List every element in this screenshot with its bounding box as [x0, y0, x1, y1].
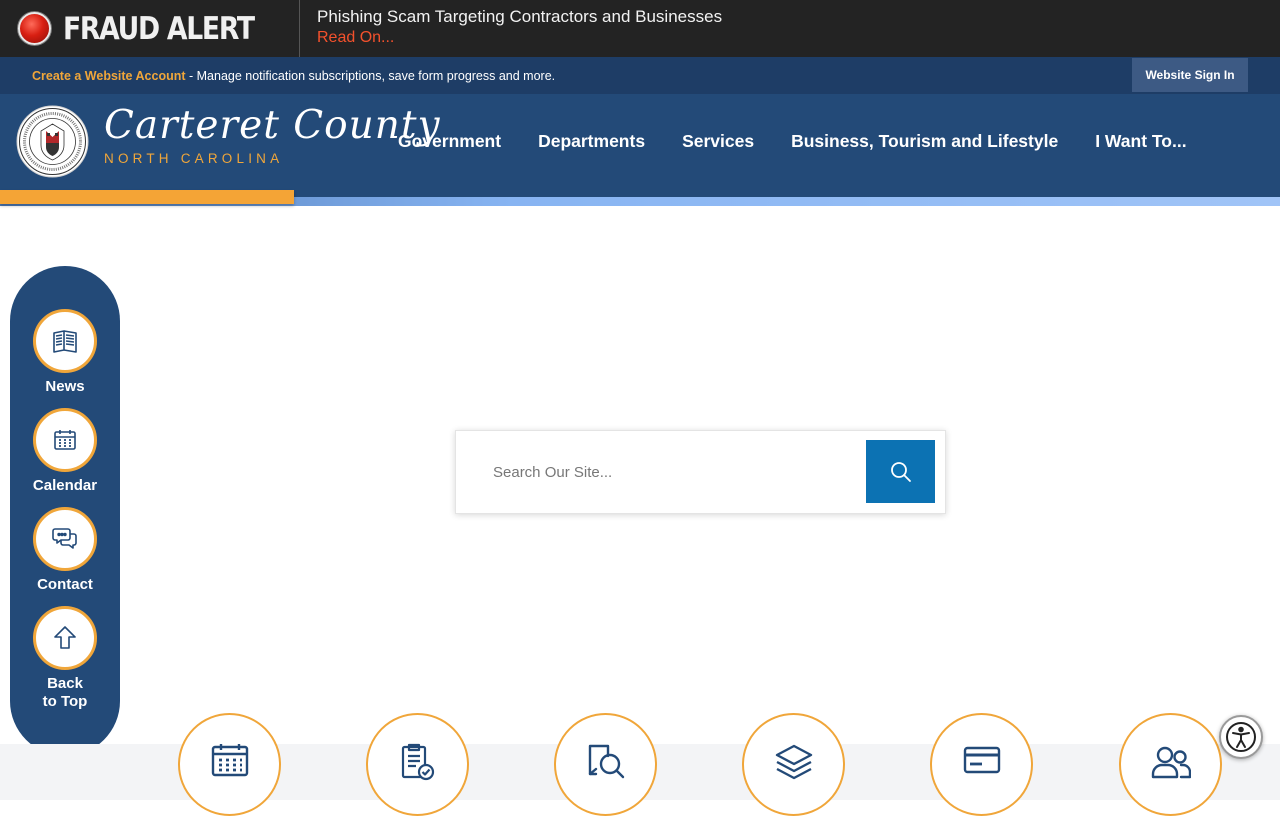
- account-message: Create a Website Account - Manage notifi…: [0, 69, 555, 83]
- quick-link-payments[interactable]: [930, 713, 1033, 816]
- fraud-alert-bar: FRAUD ALERT Phishing Scam Targeting Cont…: [0, 0, 1280, 57]
- back-to-top-button-circle: [33, 606, 97, 670]
- nav-government[interactable]: Government: [398, 131, 501, 153]
- quick-access-sidebar: News Calendar Contact Back to Top: [10, 266, 120, 756]
- account-description: - Manage notification subscriptions, sav…: [185, 68, 556, 83]
- quick-link-community[interactable]: [1119, 713, 1222, 816]
- nav-business-tourism-lifestyle[interactable]: Business, Tourism and Lifestyle: [791, 131, 1058, 153]
- sidebar-item-back-to-top[interactable]: Back to Top: [10, 606, 120, 711]
- header-orange-accent: [0, 190, 294, 204]
- contact-button-circle: [33, 507, 97, 571]
- alert-message: Phishing Scam Targeting Contractors and …: [300, 0, 722, 57]
- county-seal-logo[interactable]: [16, 105, 89, 178]
- layers-icon: [775, 744, 812, 780]
- main-navigation: Government Departments Services Business…: [398, 131, 1187, 153]
- search-input[interactable]: [462, 437, 867, 507]
- calendar-icon: [211, 744, 248, 777]
- quick-link-calendar[interactable]: [178, 713, 281, 816]
- quick-link-records-search[interactable]: [554, 713, 657, 816]
- calendar-icon: [54, 430, 76, 450]
- nav-departments[interactable]: Departments: [538, 131, 645, 153]
- county-name-logo[interactable]: Carteret County: [104, 103, 441, 148]
- state-name-logo: NORTH CAROLINA: [104, 151, 284, 166]
- payment-card-icon: [963, 746, 1000, 774]
- alert-headline[interactable]: Phishing Scam Targeting Contractors and …: [317, 7, 722, 26]
- alert-title: FRAUD ALERT: [63, 10, 255, 47]
- news-button-circle: [33, 309, 97, 373]
- search-button[interactable]: [866, 440, 935, 503]
- calendar-button-circle: [33, 408, 97, 472]
- sidebar-label-contact: Contact: [37, 576, 93, 593]
- alert-status-icon: [18, 12, 51, 45]
- create-account-link[interactable]: Create a Website Account: [32, 69, 186, 83]
- accessibility-button[interactable]: [1219, 715, 1263, 759]
- sidebar-item-contact[interactable]: Contact: [10, 507, 120, 594]
- checklist-icon: [401, 743, 434, 781]
- account-bar: Create a Website Account - Manage notifi…: [0, 57, 1280, 94]
- sign-in-button[interactable]: Website Sign In: [1132, 58, 1248, 92]
- sidebar-item-news[interactable]: News: [10, 309, 120, 396]
- chat-icon: [52, 528, 77, 549]
- sidebar-label-news: News: [45, 378, 85, 395]
- alert-title-area: FRAUD ALERT: [0, 0, 300, 57]
- sidebar-label-calendar: Calendar: [32, 477, 98, 494]
- sidebar-item-calendar[interactable]: Calendar: [10, 408, 120, 495]
- sidebar-label-back-to-top: Back to Top: [42, 675, 88, 710]
- accessibility-icon: [1226, 722, 1256, 752]
- nav-i-want-to[interactable]: I Want To...: [1095, 131, 1186, 153]
- document-search-icon: [588, 744, 624, 779]
- news-icon: [53, 330, 77, 353]
- quick-link-permits[interactable]: [366, 713, 469, 816]
- site-search: [455, 430, 946, 514]
- search-icon: [890, 461, 911, 482]
- nav-services[interactable]: Services: [682, 131, 754, 153]
- arrow-up-icon: [54, 626, 76, 649]
- alert-read-on-link[interactable]: Read On...: [317, 26, 722, 50]
- people-icon: [1151, 746, 1191, 779]
- quick-link-gis-maps[interactable]: [742, 713, 845, 816]
